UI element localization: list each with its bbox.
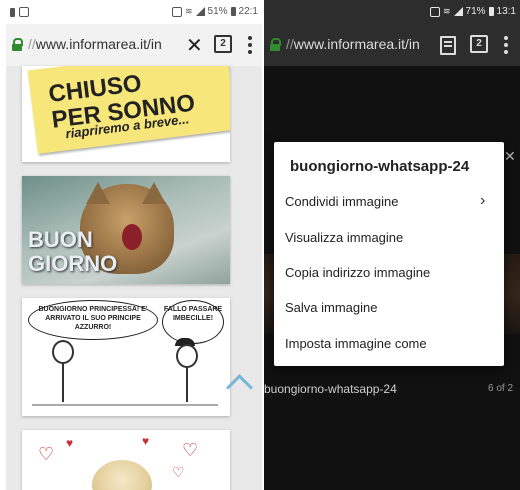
prince-figure — [52, 340, 74, 364]
tab-switcher-button[interactable]: 2 — [470, 35, 488, 53]
image-card-yawning-cat[interactable]: BUON GIORNO — [22, 176, 230, 284]
chevron-right-icon: › — [480, 192, 486, 209]
photo-text: BUON GIORNO — [28, 227, 118, 276]
menu-dots-icon[interactable] — [248, 36, 252, 54]
status-bar: ≋ 71% 13:1 — [264, 0, 520, 24]
menu-dots-icon[interactable] — [504, 36, 508, 54]
wifi-icon: ≋ — [442, 6, 451, 16]
heart-icon: ♡ — [172, 464, 185, 480]
browser-toolbar: //www.informarea.it/in 2 — [264, 24, 520, 66]
status-time: 13:1 — [496, 6, 516, 17]
right-phone-screen: ≋ 71% 13:1 //www.informarea.it/in 2 ✕ bu… — [264, 0, 520, 490]
heart-icon: ♡ — [182, 440, 199, 460]
lock-icon — [270, 38, 281, 51]
battery-percent: 51% — [207, 6, 228, 17]
battery-icon — [230, 7, 236, 16]
status-bar: ≋ 51% 22:1 — [6, 0, 262, 24]
context-menu: buongiorno-whatsapp-24 Condividi immagin… — [274, 142, 504, 366]
lock-icon — [12, 38, 23, 51]
chick-image — [92, 460, 152, 490]
tab-switcher-button[interactable]: 2 — [214, 35, 232, 53]
speech-bubble: FALLO PASSARE IMBECILLE! — [162, 300, 224, 344]
image-caption: buongiorno-whatsapp-24 — [264, 382, 397, 396]
heart-icon: ♡ — [38, 444, 55, 464]
menu-item-set-image-as[interactable]: Imposta immagine come — [285, 336, 427, 351]
reader-mode-icon[interactable] — [440, 36, 456, 55]
cat-mouth — [122, 224, 142, 250]
princess-figure — [176, 344, 198, 368]
context-menu-title: buongiorno-whatsapp-24 — [290, 158, 470, 175]
menu-item-share-image[interactable]: Condividi immagine — [285, 194, 398, 209]
battery-icon — [488, 7, 494, 16]
instagram-icon — [19, 7, 29, 17]
url-field[interactable]: //www.informarea.it/in — [286, 36, 444, 52]
signal-icon — [195, 7, 205, 16]
image-card-comic[interactable]: BUONGIORNO PRINCIPESSA! E' ARRIVATO IL S… — [22, 298, 230, 416]
alarm-icon — [429, 6, 440, 17]
notification-icon — [10, 7, 15, 17]
page-content: CHIUSO PER SONNO riapriremo a breve... B… — [6, 66, 262, 490]
alarm-icon — [171, 6, 182, 17]
speech-bubble: BUONGIORNO PRINCIPESSA! E' ARRIVATO IL S… — [28, 300, 158, 340]
menu-item-view-image[interactable]: Visualizza immagine — [285, 230, 403, 245]
signal-icon — [453, 7, 463, 16]
image-counter: 6 of 2 — [488, 383, 514, 394]
menu-item-save-image[interactable]: Salva immagine — [285, 300, 378, 315]
url-field[interactable]: //www.informarea.it/in — [28, 36, 178, 52]
image-card-closed-sign[interactable]: CHIUSO PER SONNO riapriremo a breve... — [22, 66, 230, 162]
menu-item-copy-image-address[interactable]: Copia indirizzo immagine — [285, 265, 430, 280]
sticky-note: CHIUSO PER SONNO riapriremo a breve... — [27, 66, 230, 154]
wifi-icon: ≋ — [184, 6, 193, 16]
heart-icon: ♥ — [66, 436, 74, 450]
left-phone-screen: ≋ 51% 22:1 //www.informarea.it/in ✕ 2 CH… — [6, 0, 262, 490]
close-icon[interactable]: ✕ — [504, 148, 516, 165]
close-icon[interactable]: ✕ — [186, 33, 203, 58]
status-time: 22:1 — [238, 6, 258, 17]
heart-icon: ♥ — [142, 434, 150, 448]
image-card-hearts[interactable]: ♡ ♥ ♥ ♡ ♡ — [22, 430, 230, 490]
browser-toolbar: //www.informarea.it/in ✕ 2 — [6, 24, 262, 66]
battery-percent: 71% — [465, 6, 486, 17]
